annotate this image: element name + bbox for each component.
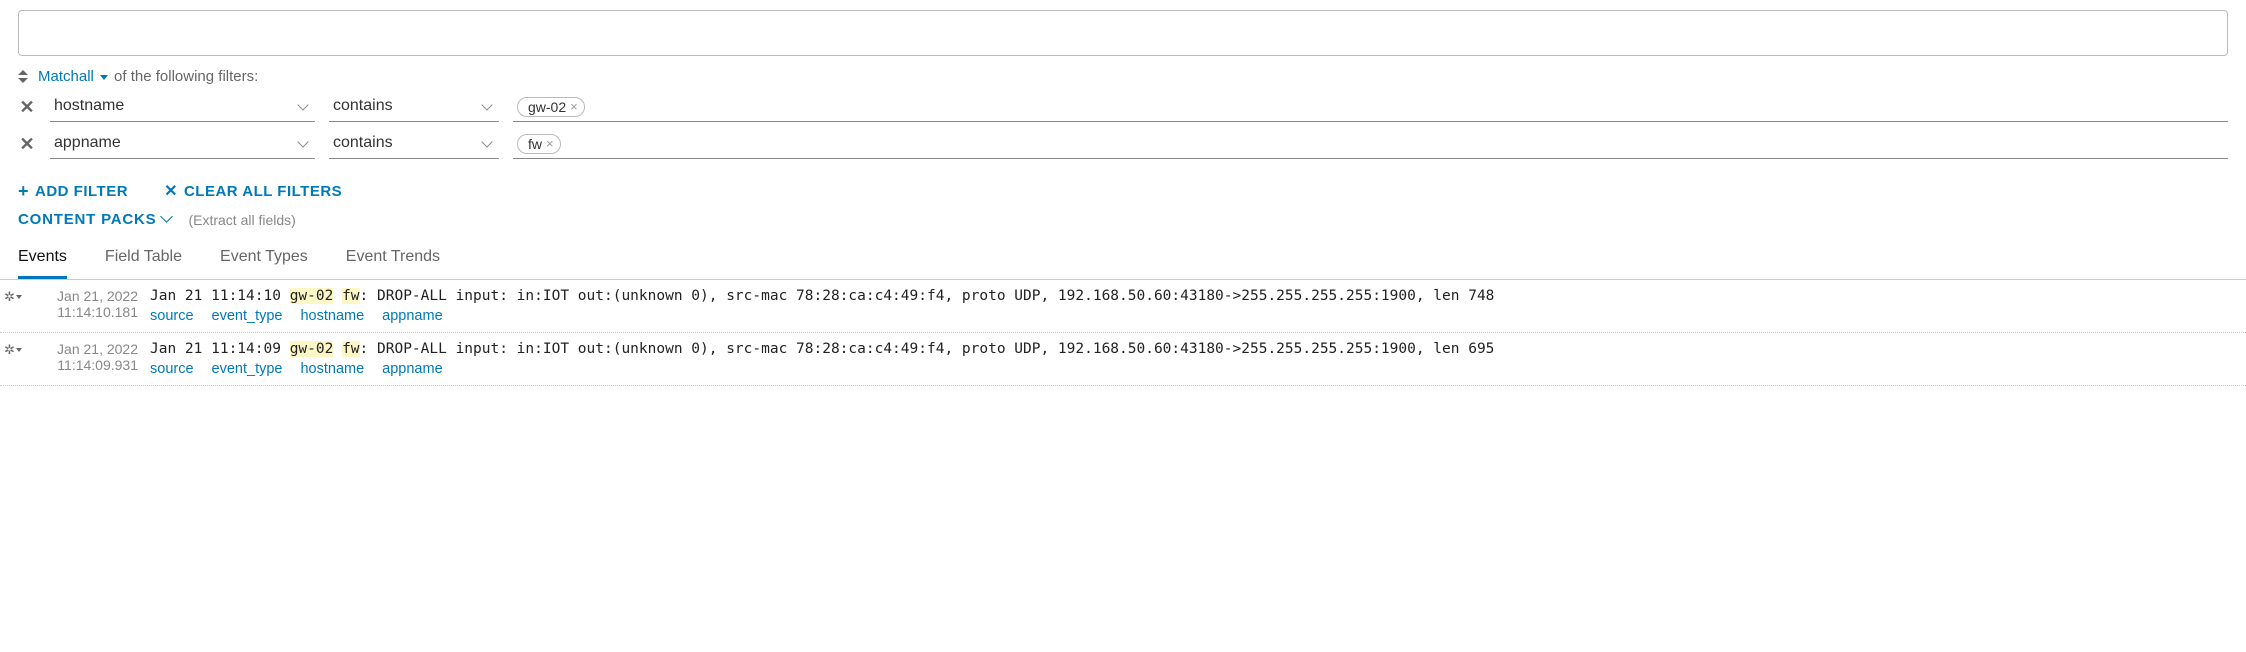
event-date: Jan 21, 2022 [26, 341, 138, 357]
highlight: gw-02 [290, 288, 334, 304]
filter-operator-value: contains [333, 97, 393, 114]
chip-remove-icon[interactable]: × [546, 136, 554, 151]
event-time: 11:14:10.181 [26, 304, 138, 320]
event-field-link-hostname[interactable]: hostname [300, 308, 364, 324]
filter-row: ✕ hostname contains gw-02 × [18, 93, 2228, 122]
match-toggle-icon[interactable] [18, 70, 28, 83]
content-packs-button[interactable]: CONTENT PACKS [18, 211, 172, 228]
filter-actions: + ADD FILTER ✕ CLEAR ALL FILTERS [0, 167, 2246, 211]
event-message: Jan 21 11:14:10 gw-02 fw: DROP-ALL input… [150, 288, 2246, 304]
filter-field-dropdown[interactable]: appname [50, 130, 315, 159]
event-field-links: source event_type hostname appname [150, 308, 2246, 324]
chip-remove-icon[interactable]: × [570, 99, 578, 114]
tab-field-table[interactable]: Field Table [105, 248, 182, 279]
event-gear-menu[interactable]: ✲ [0, 286, 26, 324]
event-date: Jan 21, 2022 [26, 288, 138, 304]
filter-value-input[interactable]: fw × [513, 131, 2228, 159]
event-row: ✲Jan 21, 202211:14:09.931Jan 21 11:14:09… [0, 333, 2246, 386]
filter-operator-dropdown[interactable]: contains [329, 130, 499, 159]
match-mode-link[interactable]: Matchall [38, 68, 108, 85]
add-filter-label: ADD FILTER [35, 183, 128, 200]
caret-down-icon [16, 348, 22, 352]
remove-filter-button[interactable]: ✕ [18, 97, 36, 118]
filter-operator-dropdown[interactable]: contains [329, 93, 499, 122]
tab-events[interactable]: Events [18, 248, 67, 279]
match-prefix: Match [38, 68, 79, 85]
filter-value-chip[interactable]: gw-02 × [517, 97, 585, 117]
caret-down-icon [16, 295, 22, 299]
chevron-down-icon [299, 140, 309, 150]
filter-value-input[interactable]: gw-02 × [513, 94, 2228, 122]
caret-down-icon [100, 75, 108, 80]
event-row: ✲Jan 21, 202211:14:10.181Jan 21 11:14:10… [0, 280, 2246, 333]
clear-all-label: CLEAR ALL FILTERS [184, 183, 342, 200]
chip-label: gw-02 [528, 99, 566, 115]
event-timestamp: Jan 21, 202211:14:10.181 [26, 286, 150, 324]
event-body: Jan 21 11:14:09 gw-02 fw: DROP-ALL input… [150, 339, 2246, 377]
filter-value-chip[interactable]: fw × [517, 134, 561, 154]
add-filter-button[interactable]: + ADD FILTER [18, 182, 128, 200]
filter-field-value: hostname [54, 97, 124, 114]
content-packs-row: CONTENT PACKS (Extract all fields) [0, 211, 2246, 240]
event-field-link-event_type[interactable]: event_type [212, 361, 283, 377]
event-field-link-appname[interactable]: appname [382, 361, 442, 377]
chevron-down-icon [162, 215, 172, 225]
chevron-down-icon [483, 140, 493, 150]
event-field-link-hostname[interactable]: hostname [300, 361, 364, 377]
remove-filter-button[interactable]: ✕ [18, 134, 36, 155]
event-body: Jan 21 11:14:10 gw-02 fw: DROP-ALL input… [150, 286, 2246, 324]
filter-row: ✕ appname contains fw × [18, 130, 2228, 159]
chip-label: fw [528, 136, 542, 152]
close-icon: ✕ [164, 181, 178, 201]
content-packs-label: CONTENT PACKS [18, 211, 156, 228]
event-timestamp: Jan 21, 202211:14:09.931 [26, 339, 150, 377]
event-field-link-source[interactable]: source [150, 308, 194, 324]
tab-event-types[interactable]: Event Types [220, 248, 308, 279]
filter-field-dropdown[interactable]: hostname [50, 93, 315, 122]
event-field-link-appname[interactable]: appname [382, 308, 442, 324]
match-mode: all [79, 68, 94, 85]
highlight: gw-02 [290, 341, 334, 357]
clear-all-filters-button[interactable]: ✕ CLEAR ALL FILTERS [164, 181, 342, 201]
event-time: 11:14:09.931 [26, 357, 138, 373]
filter-rows: ✕ hostname contains gw-02 × ✕ appname contains f… [0, 93, 2246, 159]
event-field-links: source event_type hostname appname [150, 361, 2246, 377]
filter-field-value: appname [54, 134, 121, 151]
gear-icon: ✲ [4, 342, 15, 358]
chevron-down-icon [483, 103, 493, 113]
gear-icon: ✲ [4, 289, 15, 305]
chevron-down-icon [299, 103, 309, 113]
events-list: ✲Jan 21, 202211:14:10.181Jan 21 11:14:10… [0, 280, 2246, 386]
filter-operator-value: contains [333, 134, 393, 151]
tab-event-trends[interactable]: Event Trends [346, 248, 440, 279]
event-message: Jan 21 11:14:09 gw-02 fw: DROP-ALL input… [150, 341, 2246, 357]
plus-icon: + [18, 182, 29, 200]
content-packs-hint: (Extract all fields) [188, 212, 295, 228]
highlight: fw [342, 341, 359, 357]
event-field-link-event_type[interactable]: event_type [212, 308, 283, 324]
match-mode-row: Matchall of the following filters: [0, 64, 2246, 93]
highlight: fw [342, 288, 359, 304]
tabs: Events Field Table Event Types Event Trends [0, 240, 2246, 280]
event-gear-menu[interactable]: ✲ [0, 339, 26, 377]
event-field-link-source[interactable]: source [150, 361, 194, 377]
match-suffix: of the following filters: [114, 68, 258, 85]
search-input[interactable] [18, 10, 2228, 56]
